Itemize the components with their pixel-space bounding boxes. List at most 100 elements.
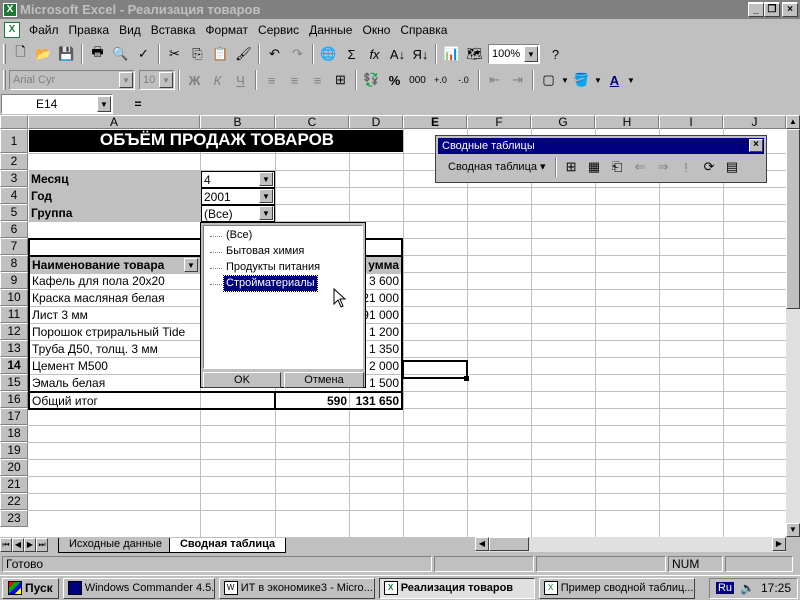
column-header-a[interactable]: A [28, 115, 200, 129]
row-header[interactable]: 7 [0, 238, 28, 255]
row-header[interactable]: 19 [0, 442, 28, 459]
task-windows-commander[interactable]: Windows Commander 4.5... [62, 577, 215, 599]
row-header[interactable]: 15 [0, 374, 28, 391]
italic-button[interactable]: К [206, 69, 229, 91]
active-cell-e14[interactable] [402, 360, 468, 379]
list-item[interactable]: Продукты питания [224, 260, 322, 275]
workbook-icon[interactable]: X [4, 22, 20, 38]
row-header[interactable]: 12 [0, 323, 28, 340]
open-file-icon[interactable]: 📂 [32, 43, 55, 65]
language-indicator[interactable]: Ru [715, 582, 735, 594]
chevron-down-icon[interactable]: ▼ [259, 189, 273, 203]
chevron-down-icon[interactable]: ▼ [626, 69, 636, 91]
vertical-scrollbar[interactable]: ▲ ▼ [786, 115, 800, 537]
task-word-document[interactable]: W ИТ в экономике3 - Micro... [218, 577, 375, 599]
next-sheet-icon[interactable]: ▶ [24, 538, 36, 552]
row-header[interactable]: 11 [0, 306, 28, 323]
font-size-select[interactable]: 10 ▼ [139, 70, 175, 90]
scroll-thumb[interactable] [786, 129, 800, 309]
name-box[interactable]: E14 ▼ [1, 94, 113, 114]
pivot-table-menu[interactable]: Сводная таблица ▾ [442, 157, 552, 177]
copy-icon[interactable]: ⎘ [186, 43, 209, 65]
chevron-down-icon[interactable]: ▼ [259, 172, 273, 186]
currency-icon[interactable]: 💱 [360, 69, 383, 91]
show-pages-icon[interactable]: ⎗ [606, 156, 629, 178]
list-item[interactable]: Бытовая химия [224, 244, 306, 259]
task-excel-active[interactable]: X Реализация товаров [378, 577, 535, 599]
font-color-icon[interactable]: A [603, 69, 626, 91]
save-icon[interactable]: 💾 [55, 43, 78, 65]
row-header[interactable]: 4 [0, 187, 28, 204]
scroll-up-icon[interactable]: ▲ [786, 115, 800, 129]
chevron-down-icon[interactable]: ▼ [159, 72, 173, 88]
formula-equals[interactable]: = [113, 97, 163, 111]
list-item[interactable]: (Все) [224, 228, 254, 243]
format-painter-icon[interactable]: 🖌 [232, 43, 255, 65]
last-sheet-icon[interactable]: ⏭ [36, 538, 48, 552]
column-header-g[interactable]: G [531, 115, 595, 129]
merge-center-icon[interactable]: ⊞ [329, 69, 352, 91]
spelling-icon[interactable]: ✓ [132, 43, 155, 65]
print-preview-icon[interactable]: 🔍 [109, 43, 132, 65]
pivot-field-icon[interactable]: ▦ [583, 156, 606, 178]
menu-tools[interactable]: Сервис [253, 21, 304, 39]
row-header[interactable]: 6 [0, 221, 28, 238]
cancel-button[interactable]: Отмена [284, 372, 364, 388]
increase-indent-icon[interactable]: ⇥ [506, 69, 529, 91]
align-center-icon[interactable]: ≡ [283, 69, 306, 91]
list-item-selected[interactable]: Стройматериалы [223, 275, 318, 292]
row-header[interactable]: 20 [0, 459, 28, 476]
sheet-tab-pivot[interactable]: Сводная таблица [168, 537, 287, 553]
fill-handle[interactable] [464, 376, 469, 381]
font-select[interactable]: Arial Cyr ▼ [9, 70, 135, 90]
toolbar-grip[interactable] [3, 44, 6, 64]
product-name[interactable]: Эмаль белая [30, 375, 200, 392]
row-header[interactable]: 8 [0, 255, 28, 272]
menu-edit[interactable]: Правка [64, 21, 115, 39]
underline-button[interactable]: Ч [229, 69, 252, 91]
doc-close-button[interactable]: × [782, 3, 798, 17]
hyperlink-icon[interactable]: 🌐 [317, 43, 340, 65]
new-file-icon[interactable]: 🗋 [9, 43, 32, 65]
menu-insert[interactable]: Вставка [146, 21, 201, 39]
chevron-down-icon[interactable]: ▼ [593, 69, 603, 91]
function-icon[interactable]: fx [363, 43, 386, 65]
group-icon[interactable]: ⇒ [652, 156, 675, 178]
row-header[interactable]: 5 [0, 204, 28, 221]
chevron-down-icon[interactable]: ▼ [97, 96, 111, 112]
start-button[interactable]: Пуск [2, 577, 59, 599]
print-icon[interactable]: 🖶 [86, 43, 109, 65]
column-header-b[interactable]: B [200, 115, 275, 129]
chevron-down-icon[interactable]: ▼ [259, 206, 273, 220]
sort-descending-icon[interactable]: Я↓ [409, 43, 432, 65]
undo-icon[interactable]: ↶ [263, 43, 286, 65]
toolbar-grip[interactable] [3, 70, 6, 90]
column-header-d[interactable]: D [349, 115, 403, 129]
first-sheet-icon[interactable]: ⏮ [0, 538, 12, 552]
row-header[interactable]: 21 [0, 476, 28, 493]
paste-icon[interactable]: 📋 [209, 43, 232, 65]
column-header-h[interactable]: H [595, 115, 659, 129]
product-name[interactable]: Кафель для пола 20х20 [30, 273, 200, 290]
column-header-e[interactable]: E [403, 115, 467, 129]
menu-help[interactable]: Справка [395, 21, 452, 39]
row-header[interactable]: 13 [0, 340, 28, 357]
scroll-thumb[interactable] [489, 537, 529, 551]
chevron-down-icon[interactable]: ▼ [524, 46, 538, 62]
column-header-c[interactable]: C [275, 115, 349, 129]
column-header-j[interactable]: J [723, 115, 786, 129]
chart-wizard-icon[interactable]: 📊 [440, 43, 463, 65]
chevron-down-icon[interactable]: ▼ [119, 72, 133, 88]
menu-data[interactable]: Данные [304, 21, 357, 39]
fill-color-icon[interactable]: 🪣 [570, 69, 593, 91]
decrease-decimal-icon[interactable]: -.0 [452, 69, 475, 91]
column-header-f[interactable]: F [467, 115, 531, 129]
scroll-right-icon[interactable]: ▶ [772, 537, 786, 551]
product-name[interactable]: Лист 3 мм [30, 307, 200, 324]
refresh-data-icon[interactable]: ⟳ [698, 156, 721, 178]
row-header[interactable]: 3 [0, 170, 28, 187]
row-header[interactable]: 10 [0, 289, 28, 306]
pivot-toolbar-title-bar[interactable]: Сводные таблицы × [438, 138, 764, 154]
row-header[interactable]: 9 [0, 272, 28, 289]
increase-decimal-icon[interactable]: +.0 [429, 69, 452, 91]
